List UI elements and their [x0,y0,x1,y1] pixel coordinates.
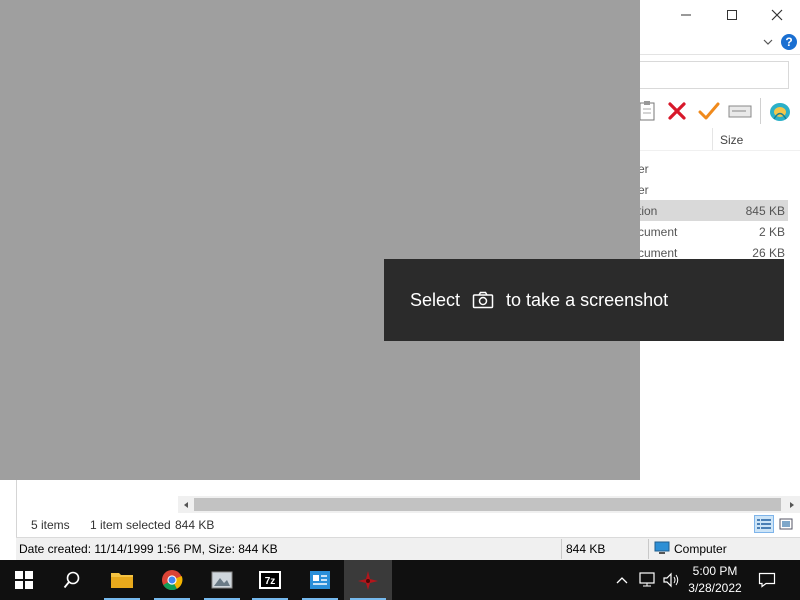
file-size: 845 KB [745,203,785,218]
arrow-right-icon [790,501,794,508]
drive-icon [728,105,752,118]
taskbar-image-viewer[interactable] [198,560,246,600]
list-item[interactable]: er [638,179,788,200]
screenshot-overlay[interactable] [0,0,640,480]
taskbar-file-explorer[interactable] [98,560,146,600]
scroll-left-button[interactable] [178,496,194,513]
status-location: Computer [674,542,727,556]
toast-text-after: to take a screenshot [506,289,669,310]
notification-button[interactable] [755,560,779,600]
search-icon [63,571,80,589]
status-divider [561,539,562,559]
start-button[interactable] [0,560,48,600]
red-ship-icon [358,571,378,590]
list-item[interactable]: er [638,158,788,179]
help-button[interactable]: ? [781,34,797,50]
notification-icon [758,572,776,588]
toolbar-divider [760,98,761,124]
screenshot-toast: Select to take a screenshot [384,259,784,341]
chrome-icon [162,570,183,591]
clock-date: 3/28/2022 [688,581,742,595]
folder-icon [111,573,133,588]
details-view-button[interactable] [754,515,774,533]
windows-icon [15,571,33,589]
maximize-button[interactable] [709,0,755,30]
red-x-icon [668,102,686,120]
status-details: Date created: 11/14/1999 1:56 PM, Size: … [19,542,278,556]
7zip-icon: 7z [259,571,281,589]
taskbar-clock[interactable]: 5:00 PM 3/28/2022 [680,563,750,597]
header-divider [638,150,800,151]
list-item-selected[interactable]: tion 845 KB [638,200,788,221]
status-size: 844 KB [566,542,606,556]
clock-time: 5:00 PM [692,564,738,578]
taskbar-active-app[interactable] [344,560,392,600]
taskbar-7zip[interactable]: 7z [246,560,294,600]
volume-button[interactable] [660,560,682,600]
image-viewer-icon [211,571,233,589]
thumbnails-view-icon [779,518,793,530]
ribbon-expand-button[interactable] [760,34,776,50]
shell-icon [770,103,790,121]
chevron-up-icon [616,577,628,584]
computer-icon [654,541,670,558]
selection-size: 844 KB [175,518,215,532]
scroll-right-button[interactable] [784,496,800,513]
confirm-button[interactable] [696,98,722,124]
ribbon-divider [638,54,800,55]
network-button[interactable] [636,560,658,600]
help-icon: ? [785,35,793,49]
volume-icon [663,572,679,588]
address-bar[interactable] [640,61,789,89]
selection-count: 1 item selected [90,518,171,532]
file-type: cument [638,224,678,239]
status-divider [648,539,649,559]
details-view-icon [757,519,771,529]
taskbar-chrome[interactable] [148,560,196,600]
shell-button[interactable] [767,98,793,124]
properties-button[interactable] [727,98,753,124]
file-type: tion [638,203,658,218]
close-icon [771,9,783,21]
taskbar-app-window[interactable] [296,560,344,600]
minimize-icon [681,14,691,16]
checkmark-icon [698,102,720,120]
scrollbar-thumb[interactable] [194,498,781,511]
minimize-button[interactable] [663,0,709,30]
file-size: 2 KB [758,224,785,239]
toast-text-before: Select [410,289,461,310]
tray-overflow-button[interactable] [612,560,632,600]
column-header-size[interactable]: Size [720,133,743,147]
svg-text:7z: 7z [265,576,276,587]
arrow-left-icon [184,501,188,508]
search-button[interactable] [48,560,96,600]
network-icon [639,572,655,587]
thumbnails-view-button[interactable] [776,515,796,533]
file-type: cument [638,245,678,260]
chevron-down-icon [763,39,773,45]
delete-button[interactable] [664,98,690,124]
list-item[interactable]: cument 2 KB [638,221,788,242]
app-window-icon [310,571,330,589]
camera-icon [472,291,494,309]
maximize-icon [727,10,737,20]
item-count: 5 items [31,518,70,532]
file-size: 26 KB [752,245,785,260]
close-button[interactable] [754,0,800,30]
clipboard-icon [639,101,655,121]
column-divider [712,128,713,150]
